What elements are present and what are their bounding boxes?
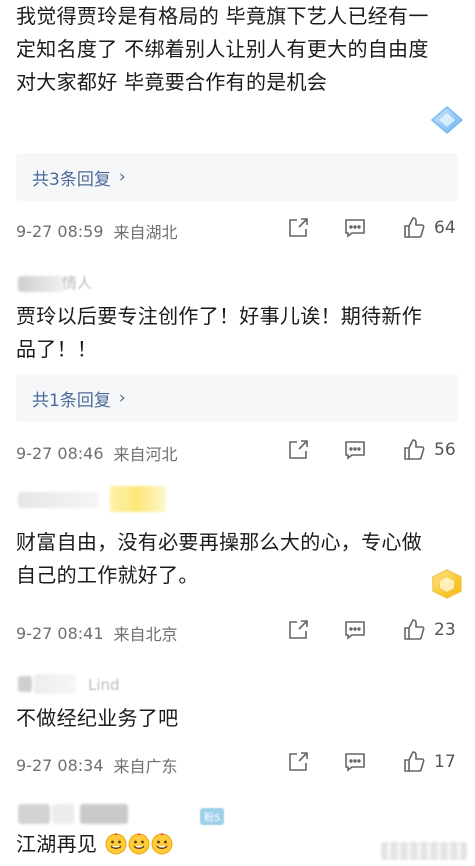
comment-date: 9-27 08:41: [16, 623, 104, 643]
comment-meta: 9-27 08:41 来自北京: [16, 621, 178, 645]
comment-item: 财富自由，没有必要再操那么大的心，专心做自己的工作就好了。 9-27 08:41…: [0, 486, 475, 656]
fan-badge: 粉5: [200, 808, 225, 825]
comment-text: 财富自由，没有必要再操那么大的心，专心做自己的工作就好了。: [16, 530, 422, 587]
username-redacted: [52, 804, 74, 824]
hexagon-badge-icon: [432, 569, 462, 599]
comment-date: 9-27 08:46: [16, 443, 104, 463]
comment-location: 来自河北: [113, 445, 178, 464]
comment-text: 我觉得贾玲是有格局的 毕竟旗下艺人已经有一定知名度了 不绑着别人让别人有更大的自…: [16, 4, 429, 94]
share-icon[interactable]: [286, 750, 310, 778]
thumbs-up-icon: [404, 217, 425, 238]
comment-text: 江湖再见: [16, 828, 435, 861]
username-redacted: [34, 674, 76, 694]
comment-date: 9-27 08:34: [16, 755, 104, 775]
comment-location: 来自北京: [113, 625, 178, 644]
comment-location: 来自广东: [113, 757, 178, 776]
comment-meta: 9-27 08:34 来自广东: [16, 753, 178, 777]
comment-item: 我觉得贾玲是有格局的 毕竟旗下艺人已经有一定知名度了 不绑着别人让别人有更大的自…: [0, 0, 475, 255]
like-count: 17: [434, 752, 456, 772]
username-redacted: [18, 276, 64, 292]
username-redacted: [18, 492, 98, 508]
chevron-right-icon: ›: [118, 388, 126, 408]
comment-meta: 9-27 08:59 来自湖北: [16, 219, 178, 243]
comment-icon[interactable]: [343, 216, 367, 244]
share-icon[interactable]: [286, 618, 310, 646]
username-fragment: Lind: [88, 676, 120, 694]
like-count: 64: [434, 218, 456, 238]
comment-item: Lind 不做经纪业务了吧 9-27 08:34 来自广东 17: [0, 670, 475, 790]
diamond-badge-icon: [430, 106, 464, 134]
share-icon[interactable]: [286, 216, 310, 244]
comment-text-content: 江湖再见: [16, 832, 98, 856]
comment-icon[interactable]: [343, 618, 367, 646]
comment-location: 来自湖北: [113, 223, 178, 242]
username-fragment: 情人: [62, 274, 93, 292]
comment-text: 贾玲以后要专注创作了！好事儿诶！期待新作品了！！: [16, 304, 422, 361]
username-redacted: [80, 804, 128, 824]
thumbs-up-icon: [404, 619, 425, 640]
grinning-face-emoji: [128, 833, 150, 855]
comment-date: 9-27 08:59: [16, 221, 104, 241]
comment-text: 不做经纪业务了吧: [16, 706, 179, 730]
thumbs-up-icon: [404, 439, 425, 460]
like-button[interactable]: 64: [402, 216, 456, 240]
grinning-face-emoji: [105, 833, 127, 855]
comment-icon[interactable]: [343, 438, 367, 466]
username-redacted: [18, 676, 32, 692]
view-replies-button[interactable]: 共3条回复 ›: [16, 153, 458, 201]
grinning-face-emoji: [151, 833, 173, 855]
view-replies-button[interactable]: 共1条回复 ›: [16, 374, 458, 422]
thumbs-up-icon: [404, 751, 425, 772]
like-button[interactable]: 17: [402, 750, 456, 774]
reply-count-label: 共3条回复: [32, 169, 111, 190]
comment-item: 情人 贾玲以后要专注创作了！好事儿诶！期待新作品了！！ 共1条回复 › 9-27…: [0, 270, 475, 480]
comment-icon[interactable]: [343, 750, 367, 778]
like-button[interactable]: 23: [402, 618, 456, 642]
like-count: 23: [434, 620, 456, 640]
watermark-redacted: [381, 842, 467, 860]
chevron-right-icon: ›: [118, 167, 126, 187]
username-badge-redacted: [110, 486, 166, 512]
like-count: 56: [434, 440, 456, 460]
username-redacted: [18, 804, 50, 824]
comment-meta: 9-27 08:46 来自河北: [16, 441, 178, 465]
comment-item: 粉5 江湖再见: [0, 800, 475, 866]
reply-count-label: 共1条回复: [32, 390, 111, 411]
share-icon[interactable]: [286, 438, 310, 466]
like-button[interactable]: 56: [402, 438, 456, 462]
